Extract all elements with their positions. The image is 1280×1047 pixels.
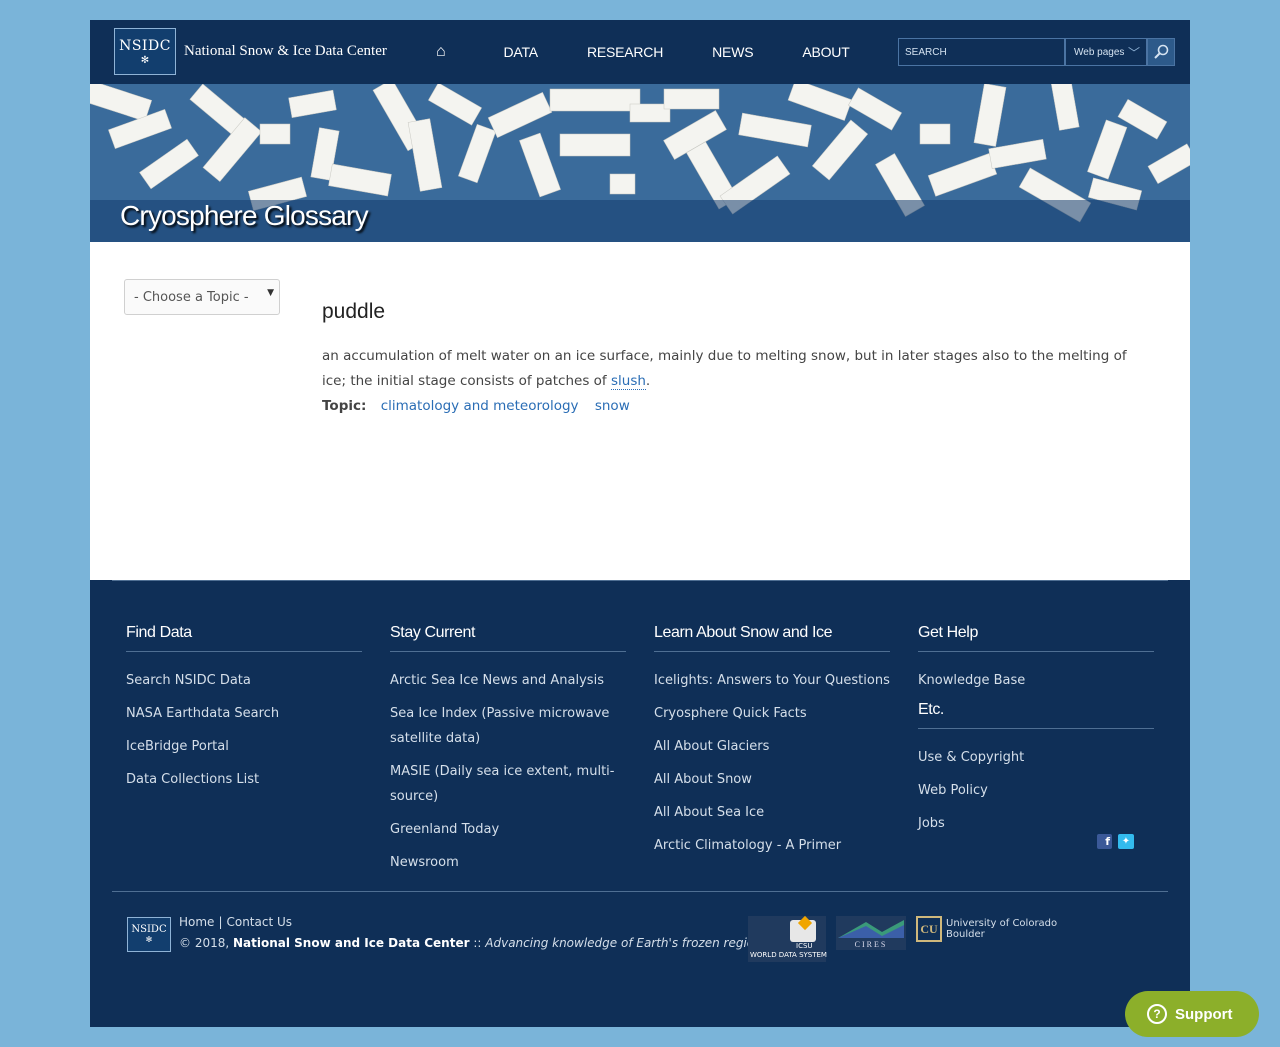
footer-link[interactable]: Jobs xyxy=(918,811,1154,836)
footer-col-get-help: Get Help Knowledge Base Etc. Use & Copyr… xyxy=(918,624,1154,844)
icsu-wds-logo[interactable]: ICSU WORLD DATA SYSTEM xyxy=(748,915,827,962)
footer-home-link[interactable]: Home xyxy=(179,915,214,929)
definition-text: an accumulation of melt water on an ice … xyxy=(322,348,1127,389)
footer-col-learn: Learn About Snow and Ice Icelights: Answ… xyxy=(654,624,890,866)
page-wrapper: NSIDC ✻ National Snow & Ice Data Center … xyxy=(90,20,1190,1027)
tagline: Advancing knowledge of Earth's frozen re… xyxy=(485,936,768,950)
topic-link-snow[interactable]: snow xyxy=(595,398,630,414)
search-input[interactable]: SEARCH xyxy=(898,38,1065,66)
slush-link[interactable]: slush xyxy=(610,373,646,390)
footer-link[interactable]: All About Sea Ice xyxy=(654,800,890,825)
support-button[interactable]: ? Support xyxy=(1125,991,1259,1037)
topic-link-climatology[interactable]: climatology and meteorology xyxy=(381,398,579,414)
dropdown-arrow-icon: ▼ xyxy=(267,288,274,298)
footer-heading: Learn About Snow and Ice xyxy=(654,624,890,652)
footer-divider xyxy=(112,580,1168,581)
site-footer: Find Data Search NSIDC Data NASA Earthda… xyxy=(90,580,1190,1027)
nav-research[interactable]: RESEARCH xyxy=(587,44,663,60)
footer-link[interactable]: Icelights: Answers to Your Questions xyxy=(654,668,890,693)
snowflake-icon: ✻ xyxy=(140,55,150,66)
page-title: Cryosphere Glossary xyxy=(120,200,369,231)
nav-news[interactable]: NEWS xyxy=(712,44,753,60)
twitter-icon[interactable]: ✦ xyxy=(1118,834,1134,849)
footer-link[interactable]: Knowledge Base xyxy=(918,668,1154,693)
footer-logo-text: NSIDC xyxy=(131,924,167,935)
magnifier-icon xyxy=(1154,44,1169,59)
cu-boulder-logo[interactable]: CU University of Colorado Boulder xyxy=(916,916,1057,942)
search-scope-label: Web pages xyxy=(1074,47,1125,58)
site-header: NSIDC ✻ National Snow & Ice Data Center … xyxy=(90,20,1190,84)
search-scope-select[interactable]: Web pages ﹀ xyxy=(1065,38,1147,66)
footer-link[interactable]: MASIE (Daily sea ice extent, multi-sourc… xyxy=(390,759,626,809)
topic-label: Topic: xyxy=(322,398,367,414)
footer-link[interactable]: All About Glaciers xyxy=(654,734,890,759)
glossary-banner: Cryosphere Glossary xyxy=(90,84,1190,242)
footer-link[interactable]: Greenland Today xyxy=(390,817,626,842)
site-name[interactable]: National Snow & Ice Data Center xyxy=(184,43,387,60)
footer-link[interactable]: Data Collections List xyxy=(126,767,362,792)
topic-select-value: - Choose a Topic - xyxy=(134,290,249,305)
footer-heading: Find Data xyxy=(126,624,362,652)
footer-heading: Stay Current xyxy=(390,624,626,652)
copyright-year: © 2018, xyxy=(179,936,230,950)
footer-link[interactable]: Arctic Climatology - A Primer xyxy=(654,833,890,858)
definition-end: . xyxy=(645,373,651,389)
footer-nsidc-logo[interactable]: NSIDC ✻ xyxy=(127,917,171,952)
footer-col-find-data: Find Data Search NSIDC Data NASA Earthda… xyxy=(126,624,362,800)
support-label: Support xyxy=(1175,1005,1233,1023)
footer-link[interactable]: Newsroom xyxy=(390,850,626,875)
nav-data[interactable]: DATA xyxy=(503,44,538,60)
term-topics: Topic: climatology and meteorology snow xyxy=(322,394,642,419)
main-nav: ⌂ DATA RESEARCH NEWS ABOUT xyxy=(430,20,899,84)
copyright-separator: :: xyxy=(473,936,482,950)
cu-campus: Boulder xyxy=(946,929,985,940)
snowflake-icon: ✻ xyxy=(145,935,153,944)
nsidc-logo[interactable]: NSIDC ✻ xyxy=(114,28,176,75)
nav-about[interactable]: ABOUT xyxy=(802,44,849,60)
term-definition: an accumulation of melt water on an ice … xyxy=(322,344,1152,394)
cu-icon: CU xyxy=(916,916,942,942)
logo-text: NSIDC xyxy=(119,38,171,54)
wds-text: WORLD DATA SYSTEM xyxy=(750,951,827,959)
footer-bottom-links: Home | Contact Us xyxy=(179,915,293,929)
social-links: f ✦ xyxy=(1097,834,1134,849)
main-content: - Choose a Topic - ▼ puddle an accumulat… xyxy=(90,242,1190,580)
search-button[interactable] xyxy=(1147,38,1175,66)
cires-mountains-icon: CIRES xyxy=(836,916,906,950)
footer-heading: Etc. xyxy=(918,701,1154,729)
footer-link[interactable]: Cryosphere Quick Facts xyxy=(654,701,890,726)
icsu-text: ICSU xyxy=(796,942,813,950)
chevron-down-icon: ﹀ xyxy=(1127,46,1140,60)
footer-link[interactable]: Arctic Sea Ice News and Analysis xyxy=(390,668,626,693)
footer-link[interactable]: Search NSIDC Data xyxy=(126,668,362,693)
footer-link[interactable]: NASA Earthdata Search xyxy=(126,701,362,726)
cires-text: CIRES xyxy=(855,940,888,949)
home-icon[interactable]: ⌂ xyxy=(436,43,446,61)
footer-link[interactable]: Web Policy xyxy=(918,778,1154,803)
footer-col-stay-current: Stay Current Arctic Sea Ice News and Ana… xyxy=(390,624,626,883)
footer-contact-link[interactable]: Contact Us xyxy=(226,915,292,929)
cires-logo[interactable]: CIRES xyxy=(836,916,906,954)
footer-link[interactable]: IceBridge Portal xyxy=(126,734,362,759)
facebook-icon[interactable]: f xyxy=(1097,834,1112,849)
footer-link[interactable]: All About Snow xyxy=(654,767,890,792)
glossary-term: puddle xyxy=(322,300,386,323)
topic-select[interactable]: - Choose a Topic - ▼ xyxy=(124,279,280,315)
footer-link[interactable]: Sea Ice Index (Passive microwave satelli… xyxy=(390,701,626,751)
cu-name: University of Colorado xyxy=(946,918,1058,929)
footer-link[interactable]: Use & Copyright xyxy=(918,745,1154,770)
footer-bottom-divider xyxy=(112,891,1168,892)
help-icon: ? xyxy=(1147,1004,1167,1024)
footer-heading: Get Help xyxy=(918,624,1154,652)
copyright-line: © 2018, National Snow and Ice Data Cente… xyxy=(179,936,768,950)
org-name: National Snow and Ice Data Center xyxy=(233,936,470,950)
